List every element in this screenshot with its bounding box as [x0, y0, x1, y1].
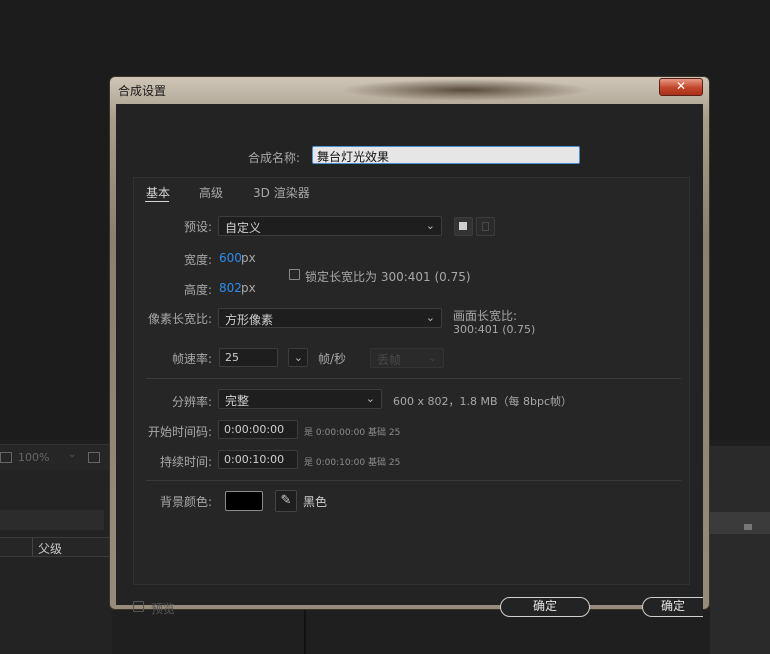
height-value[interactable]: 802 — [219, 281, 242, 295]
duration-info: 是 0:00:10:00 — [304, 458, 366, 468]
lock-aspect-label: 锁定长宽比为 300:401 (0.75) — [305, 270, 471, 284]
dialog-content: 合成名称: 舞台灯光效果 基本 高级 3D 渲染器 预设: 自定义 ⌄ 宽度: … — [116, 104, 703, 617]
comp-name-label: 合成名称: — [248, 151, 301, 165]
preview-checkbox[interactable] — [133, 601, 144, 612]
settings-panel — [133, 177, 690, 585]
fps-unit: 帧/秒 — [318, 352, 347, 366]
chevron-down-icon: ⌄ — [425, 219, 435, 232]
close-button[interactable]: ✕ — [659, 78, 703, 96]
composition-settings-dialog: 合成设置 ✕ 合成名称: 舞台灯光效果 基本 高级 3D 渲染器 预设: 自定义… — [109, 76, 710, 617]
chevron-down-icon: ⌄ — [427, 351, 437, 364]
preset-value: 自定义 — [225, 221, 262, 235]
resolution-label: 分辨率: — [171, 395, 212, 409]
timeline-panel — [0, 470, 112, 654]
resolution-value: 完整 — [225, 394, 250, 408]
right-panel-marker — [744, 524, 752, 530]
preset-label: 预设: — [183, 220, 212, 234]
start-timecode-base: 基础 25 — [368, 428, 401, 438]
pixel-aspect-value: 方形像素 — [225, 313, 274, 327]
frame-rate-menu-button[interactable]: ⌄ — [288, 348, 308, 367]
zoom-chevron-icon[interactable]: ⌄ — [68, 449, 76, 460]
width-value[interactable]: 600 — [219, 251, 242, 265]
divider — [146, 480, 681, 481]
duration-label: 持续时间: — [159, 455, 212, 469]
timeline-column-header: 父级 — [0, 537, 112, 557]
active-tab-indicator — [145, 201, 169, 202]
duration-input[interactable]: 0:00:10:00 — [218, 450, 298, 469]
start-timecode-label: 开始时间码: — [147, 425, 212, 439]
ok-button-secondary[interactable]: 确定 — [642, 597, 703, 617]
chevron-down-icon: ⌄ — [293, 351, 303, 364]
frame-rate-input[interactable]: 25 — [219, 348, 278, 367]
right-panel — [710, 446, 770, 654]
panel-divider — [304, 610, 306, 654]
tab-basic[interactable]: 基本 — [146, 184, 170, 201]
timeline-row — [0, 510, 104, 530]
chevron-down-icon: ⌄ — [365, 392, 375, 405]
tab-3d-renderer[interactable]: 3D 渲染器 — [253, 184, 310, 201]
bg-color-swatch[interactable] — [225, 491, 263, 511]
right-panel-bar — [710, 512, 770, 534]
resolution-dropdown[interactable]: 完整 ⌄ — [218, 389, 382, 409]
frame-rate-label: 帧速率: — [171, 352, 212, 366]
pixel-aspect-dropdown[interactable]: 方形像素 ⌄ — [218, 308, 442, 328]
start-timecode-input[interactable]: 0:00:00:00 — [218, 420, 298, 439]
width-unit: px — [241, 251, 256, 265]
viewer-toolbar: 100% ⌄ — [0, 444, 112, 471]
frame-aspect-value: 300:401 (0.75) — [453, 323, 536, 336]
drop-frame-value: 丢帧 — [377, 353, 402, 367]
resolution-info: 600 x 802，1.8 MB（每 8bpc帧） — [393, 395, 573, 408]
bg-color-label: 背景颜色: — [159, 495, 212, 509]
duration-base: 基础 25 — [368, 458, 401, 468]
eyedropper-icon[interactable]: ✎ — [275, 490, 297, 512]
region-icon[interactable] — [0, 452, 12, 463]
preset-dropdown[interactable]: 自定义 ⌄ — [218, 216, 442, 236]
drop-frame-dropdown: 丢帧 ⌄ — [370, 348, 444, 368]
trash-icon — [482, 222, 489, 231]
lock-aspect-checkbox[interactable] — [289, 269, 300, 280]
bg-color-name: 黑色 — [303, 495, 328, 509]
delete-preset-button[interactable] — [476, 217, 495, 236]
height-unit: px — [241, 281, 256, 295]
ok-button[interactable]: 确定 — [500, 597, 590, 617]
frame-aspect-label: 画面长宽比: — [453, 309, 518, 323]
chevron-down-icon: ⌄ — [425, 311, 435, 324]
snapshot-icon[interactable] — [88, 452, 100, 463]
divider — [146, 378, 681, 379]
width-label: 宽度: — [183, 253, 212, 267]
start-timecode-info: 是 0:00:00:00 — [304, 428, 366, 438]
save-preset-icon — [459, 222, 467, 230]
dialog-title: 合成设置 — [118, 84, 167, 98]
save-preset-button[interactable] — [454, 217, 473, 236]
height-label: 高度: — [183, 283, 212, 297]
preview-label: 预览 — [151, 602, 176, 616]
parent-column-label: 父级 — [38, 542, 63, 556]
pixel-aspect-label: 像素长宽比: — [147, 312, 212, 326]
comp-name-input[interactable]: 舞台灯光效果 — [312, 146, 580, 164]
tab-advanced[interactable]: 高级 — [199, 184, 223, 201]
zoom-level[interactable]: 100% — [18, 451, 49, 464]
